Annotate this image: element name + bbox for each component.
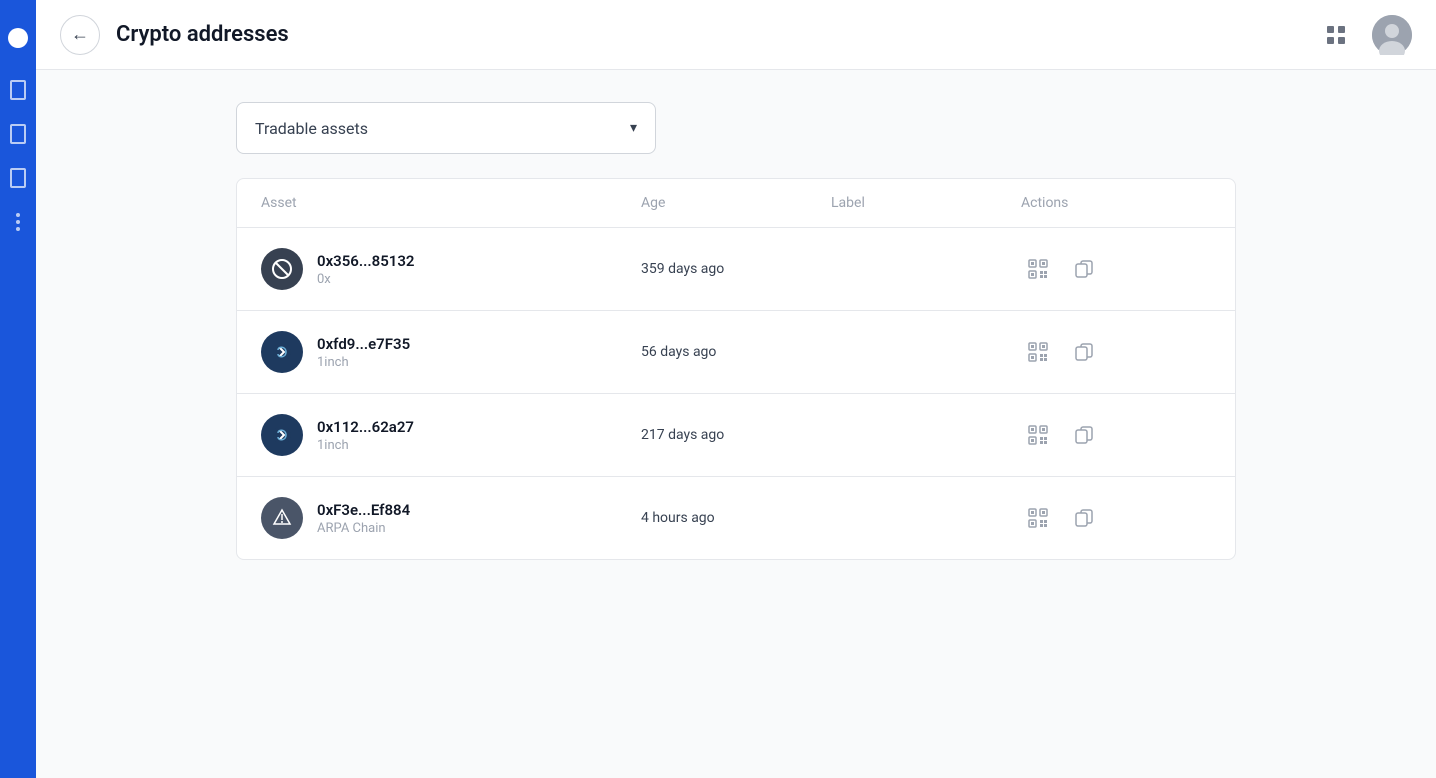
table-row: 0xF3e...Ef884 ARPA Chain 4 hours ago	[237, 477, 1235, 559]
back-arrow-icon: ←	[71, 24, 89, 45]
sidebar	[0, 0, 36, 778]
asset-info-4: 0xF3e...Ef884 ARPA Chain	[317, 501, 410, 536]
copy-button-2[interactable]	[1067, 335, 1101, 369]
page-title: Crypto addresses	[116, 22, 289, 47]
asset-cell-4: 0xF3e...Ef884 ARPA Chain	[261, 497, 641, 539]
content-inner: Tradable assets ▾ Asset Age Label Action…	[236, 70, 1236, 560]
asset-info-3: 0x112...62a27 1inch	[317, 418, 414, 453]
col-header-actions: Actions	[1021, 195, 1211, 211]
nav-bracket-icon-1	[10, 80, 26, 100]
asset-address-2: 0xfd9...e7F35	[317, 335, 410, 353]
actions-cell-3	[1021, 418, 1211, 452]
age-cell-2: 56 days ago	[641, 344, 831, 360]
sidebar-nav-1[interactable]	[0, 70, 36, 110]
asset-network-2: 1inch	[317, 355, 410, 370]
nav-bracket-icon-2	[10, 124, 26, 144]
avatar-image	[1372, 15, 1412, 55]
qr-code-button-3[interactable]	[1021, 418, 1055, 452]
col-header-age: Age	[641, 195, 831, 211]
1inch-icon-2	[270, 423, 294, 447]
header-left: ← Crypto addresses	[60, 15, 289, 55]
table-row: 0xfd9...e7F35 1inch 56 days ago	[237, 311, 1235, 394]
actions-cell-2	[1021, 335, 1211, 369]
1inch-icon-1	[270, 340, 294, 364]
asset-icon-3	[261, 414, 303, 456]
grid-icon	[1324, 23, 1348, 47]
asset-address-1: 0x356...85132	[317, 252, 415, 270]
col-header-asset: Asset	[261, 195, 641, 211]
asset-cell-3: 0x112...62a27 1inch	[261, 414, 641, 456]
asset-icon-2	[261, 331, 303, 373]
dots-icon	[16, 213, 20, 231]
qr-code-icon-3	[1027, 424, 1049, 446]
copy-button-1[interactable]	[1067, 252, 1101, 286]
qr-code-icon-4	[1027, 507, 1049, 529]
copy-button-3[interactable]	[1067, 418, 1101, 452]
asset-network-3: 1inch	[317, 438, 414, 453]
col-header-label: Label	[831, 195, 1021, 211]
asset-icon-1	[261, 248, 303, 290]
sidebar-logo	[0, 8, 36, 68]
header-right	[1316, 15, 1412, 55]
asset-cell-2: 0xfd9...e7F35 1inch	[261, 331, 641, 373]
addresses-table: Asset Age Label Actions 0x356...85132	[236, 178, 1236, 560]
copy-icon-3	[1074, 425, 1094, 445]
qr-code-icon-1	[1027, 258, 1049, 280]
asset-address-4: 0xF3e...Ef884	[317, 501, 410, 519]
copy-icon-1	[1074, 259, 1094, 279]
asset-icon-4	[261, 497, 303, 539]
dropdown-arrow-icon: ▾	[630, 120, 637, 136]
header: ← Crypto addresses	[36, 0, 1436, 70]
nav-bracket-icon-3	[10, 168, 26, 188]
asset-cell-1: 0x356...85132 0x	[261, 248, 641, 290]
actions-cell-4	[1021, 501, 1211, 535]
asset-network-4: ARPA Chain	[317, 521, 410, 536]
dropdown-label: Tradable assets	[255, 119, 368, 138]
asset-filter-dropdown[interactable]: Tradable assets ▾	[236, 102, 656, 154]
age-cell-1: 359 days ago	[641, 261, 831, 277]
asset-address-3: 0x112...62a27	[317, 418, 414, 436]
copy-icon-4	[1074, 508, 1094, 528]
forbidden-icon	[270, 257, 294, 281]
asset-info-2: 0xfd9...e7F35 1inch	[317, 335, 410, 370]
avatar[interactable]	[1372, 15, 1412, 55]
main-content: Tradable assets ▾ Asset Age Label Action…	[36, 0, 1436, 778]
table-header: Asset Age Label Actions	[237, 179, 1235, 228]
sidebar-nav-3[interactable]	[0, 158, 36, 198]
table-row: 0x356...85132 0x 359 days ago	[237, 228, 1235, 311]
qr-code-icon-2	[1027, 341, 1049, 363]
qr-code-button-4[interactable]	[1021, 501, 1055, 535]
arpa-icon	[270, 506, 294, 530]
grid-menu-button[interactable]	[1316, 15, 1356, 55]
age-cell-4: 4 hours ago	[641, 510, 831, 526]
table-row: 0x112...62a27 1inch 217 days ago	[237, 394, 1235, 477]
asset-info-1: 0x356...85132 0x	[317, 252, 415, 287]
dropdown-container: Tradable assets ▾	[236, 102, 1236, 154]
qr-code-button-2[interactable]	[1021, 335, 1055, 369]
sidebar-nav-2[interactable]	[0, 114, 36, 154]
copy-icon-2	[1074, 342, 1094, 362]
age-cell-3: 217 days ago	[641, 427, 831, 443]
copy-button-4[interactable]	[1067, 501, 1101, 535]
actions-cell-1	[1021, 252, 1211, 286]
logo-shape	[8, 28, 28, 48]
sidebar-nav-dots[interactable]	[0, 202, 36, 242]
back-button[interactable]: ←	[60, 15, 100, 55]
qr-code-button-1[interactable]	[1021, 252, 1055, 286]
asset-network-1: 0x	[317, 272, 415, 287]
